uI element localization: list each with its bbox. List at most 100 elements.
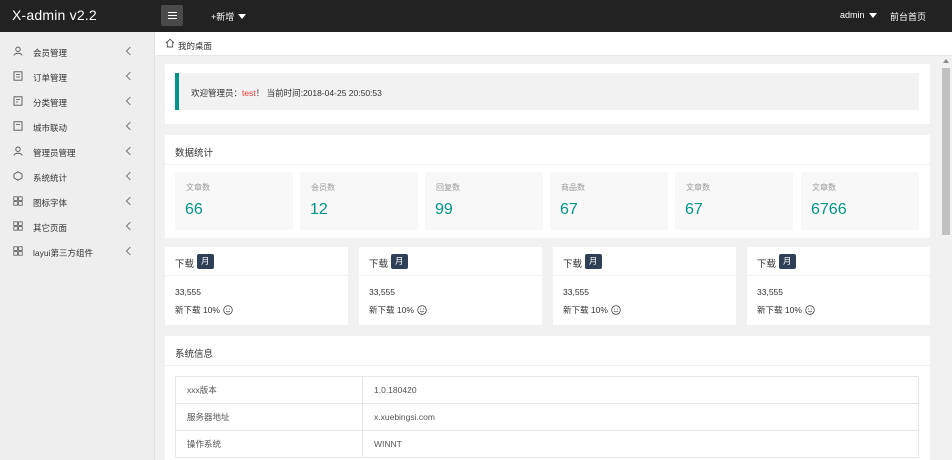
sidebar-item-label: 会员管理 bbox=[33, 48, 68, 58]
stat-value: 67 bbox=[560, 201, 578, 218]
caret-down-icon bbox=[238, 14, 247, 19]
download-title: 下载 bbox=[369, 259, 389, 270]
user-menu-dropdown[interactable]: admin bbox=[840, 10, 877, 20]
download-growth: 新下载 10% bbox=[757, 304, 815, 316]
category-icon bbox=[13, 96, 23, 106]
sidebar-item-label: 分类管理 bbox=[33, 98, 68, 108]
welcome-prefix: 欢迎管理员： bbox=[191, 88, 243, 98]
stats-title: 数据统计 bbox=[175, 148, 214, 159]
front-home-link[interactable]: 前台首页 bbox=[890, 10, 926, 23]
stat-label: 会员数 bbox=[311, 183, 335, 192]
chevron-left-icon bbox=[125, 46, 135, 56]
welcome-user: test bbox=[242, 88, 256, 98]
add-new-label: +新增 bbox=[211, 12, 235, 22]
smile-icon bbox=[805, 305, 815, 315]
stats-icon bbox=[13, 171, 23, 181]
chevron-left-icon bbox=[125, 221, 135, 231]
grid-icon bbox=[13, 196, 23, 206]
stat-box[interactable]: 会员数 12 bbox=[300, 172, 418, 230]
sidebar-item-label: 图标字体 bbox=[33, 198, 68, 208]
stat-value: 6766 bbox=[811, 201, 847, 218]
welcome-card: 欢迎管理员：test！ 当前时间:2018-04-25 20:50:53 bbox=[165, 64, 930, 124]
period-badge: 月 bbox=[197, 254, 214, 269]
system-info-value: x.xuebingsi.com bbox=[362, 403, 919, 431]
sidebar-item-stats[interactable]: 系统统计 bbox=[0, 164, 155, 189]
sidebar-item-other-pages[interactable]: 其它页面 bbox=[0, 214, 155, 239]
download-title: 下载 bbox=[563, 259, 583, 270]
sidebar-item-admins[interactable]: 管理员管理 bbox=[0, 139, 155, 164]
sidebar-item-icon-fonts[interactable]: 图标字体 bbox=[0, 189, 155, 214]
hamburger-icon bbox=[167, 12, 177, 19]
table-row: 操作系统 WINNT bbox=[175, 430, 919, 458]
stat-box[interactable]: 文章数 67 bbox=[675, 172, 793, 230]
user-icon bbox=[13, 46, 23, 56]
divider bbox=[165, 365, 930, 366]
download-count: 33,555 bbox=[563, 287, 589, 297]
grid-icon bbox=[13, 221, 23, 231]
sidebar-item-categories[interactable]: 分类管理 bbox=[0, 89, 155, 114]
stats-card: 数据统计 文章数 66 会员数 12 回复数 99 商品数 67 文章数 67 … bbox=[165, 135, 930, 238]
chevron-left-icon bbox=[125, 196, 135, 206]
stat-box[interactable]: 商品数 67 bbox=[550, 172, 668, 230]
sidebar-item-orders[interactable]: 订单管理 bbox=[0, 64, 155, 89]
sidebar-item-label: layui第三方组件 bbox=[33, 248, 93, 258]
chevron-left-icon bbox=[125, 121, 135, 131]
stat-box[interactable]: 回复数 99 bbox=[425, 172, 543, 230]
divider bbox=[165, 164, 930, 165]
app-logo[interactable]: X-admin v2.2 bbox=[12, 7, 97, 23]
download-card: 下载 月 33,555 新下载 10% bbox=[359, 247, 542, 325]
download-count: 33,555 bbox=[369, 287, 395, 297]
system-info-value: WINNT bbox=[362, 430, 919, 458]
user-name: admin bbox=[840, 10, 865, 20]
welcome-message: 欢迎管理员：test！ 当前时间:2018-04-25 20:50:53 bbox=[191, 87, 382, 99]
sidebar: 会员管理 订单管理 分类管理 城市联动 管理员管理 系统统计 图标字体 其它页面 bbox=[0, 32, 155, 460]
download-card-header: 下载 月 bbox=[553, 247, 736, 276]
sidebar-item-label: 系统统计 bbox=[33, 173, 68, 183]
breadcrumb-my-desktop[interactable]: 我的桌面 bbox=[178, 40, 212, 52]
download-card: 下载 月 33,555 新下载 10% bbox=[747, 247, 930, 325]
stat-label: 文章数 bbox=[186, 183, 210, 192]
chevron-left-icon bbox=[125, 171, 135, 181]
download-card: 下载 月 33,555 新下载 10% bbox=[165, 247, 348, 325]
sidebar-item-label: 管理员管理 bbox=[33, 148, 76, 158]
period-badge: 月 bbox=[391, 254, 408, 269]
stat-label: 回复数 bbox=[436, 183, 460, 192]
sidebar-item-city[interactable]: 城市联动 bbox=[0, 114, 155, 139]
sidebar-item-label: 城市联动 bbox=[33, 123, 68, 133]
download-title: 下载 bbox=[757, 259, 777, 270]
stat-label: 商品数 bbox=[561, 183, 585, 192]
stat-box[interactable]: 文章数 66 bbox=[175, 172, 293, 230]
download-growth: 新下载 10% bbox=[563, 304, 621, 316]
download-growth-label: 新下载 10% bbox=[757, 305, 802, 315]
menu-toggle-button[interactable] bbox=[161, 5, 183, 26]
stat-value: 99 bbox=[435, 201, 453, 218]
caret-down-icon bbox=[868, 12, 877, 18]
sidebar-item-members[interactable]: 会员管理 bbox=[0, 39, 155, 64]
sidebar-item-label: 其它页面 bbox=[33, 223, 68, 233]
system-info-card: 系统信息 xxx版本 1.0.180420 服务器地址 x.xuebingsi.… bbox=[165, 336, 930, 460]
chevron-left-icon bbox=[125, 71, 135, 81]
period-badge: 月 bbox=[779, 254, 796, 269]
system-info-key: 服务器地址 bbox=[175, 403, 363, 431]
stat-box[interactable]: 文章数 6766 bbox=[801, 172, 919, 230]
add-new-dropdown[interactable]: +新增 bbox=[211, 10, 247, 23]
sidebar-item-label: 订单管理 bbox=[33, 73, 68, 83]
city-icon bbox=[13, 121, 23, 131]
period-badge: 月 bbox=[585, 254, 602, 269]
stat-value: 66 bbox=[185, 201, 203, 218]
download-card-header: 下载 月 bbox=[747, 247, 930, 276]
scroll-up-arrow-icon[interactable] bbox=[943, 59, 949, 63]
admin-icon bbox=[13, 146, 23, 156]
download-growth: 新下载 10% bbox=[175, 304, 233, 316]
stat-value: 67 bbox=[685, 201, 703, 218]
smile-icon bbox=[223, 305, 233, 315]
order-icon bbox=[13, 71, 23, 81]
system-info-table: xxx版本 1.0.180420 服务器地址 x.xuebingsi.com 操… bbox=[175, 376, 919, 458]
stat-label: 文章数 bbox=[812, 183, 836, 192]
scrollbar-thumb[interactable] bbox=[942, 68, 950, 235]
download-title: 下载 bbox=[175, 259, 195, 270]
download-growth-label: 新下载 10% bbox=[369, 305, 414, 315]
sidebar-item-layui-components[interactable]: layui第三方组件 bbox=[0, 239, 155, 264]
smile-icon bbox=[417, 305, 427, 315]
home-icon bbox=[165, 38, 175, 48]
